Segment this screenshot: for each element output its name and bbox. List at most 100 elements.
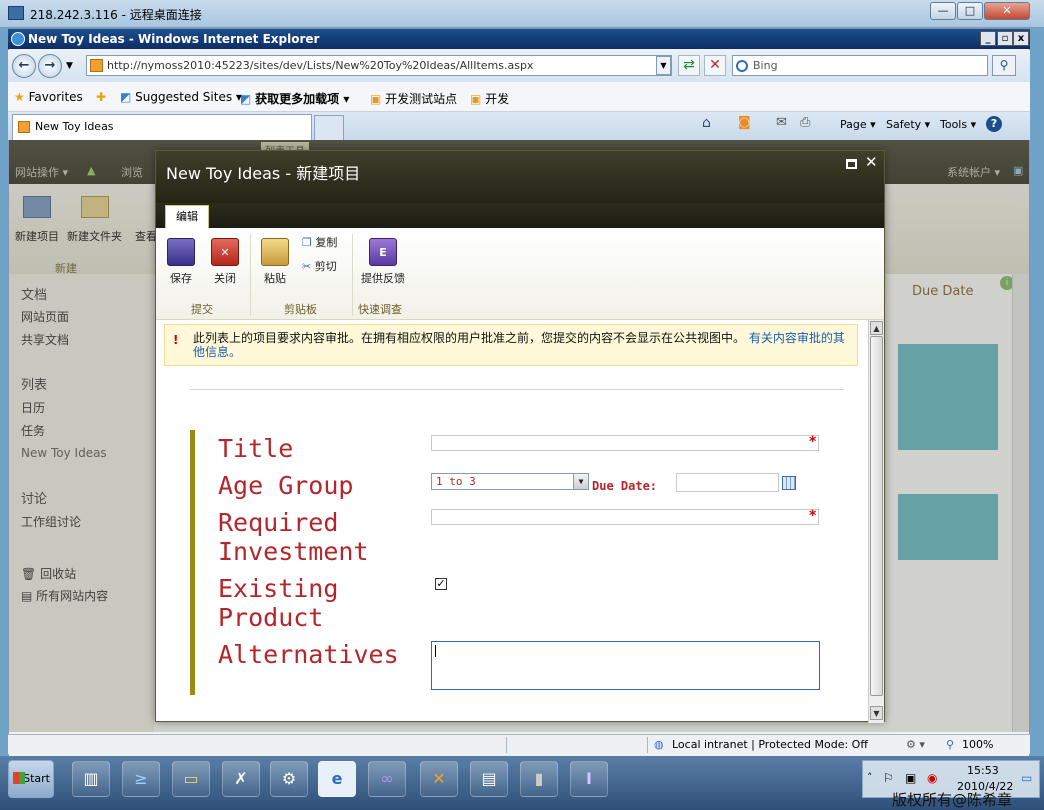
favorite-dev[interactable]: ▣ 开发 (470, 90, 509, 107)
network-icon[interactable]: ▣ (905, 771, 916, 785)
address-dropdown-icon[interactable]: ▼ (656, 56, 671, 75)
label-required-investment-1: Required (218, 508, 339, 537)
search-input[interactable]: Bing (732, 55, 988, 76)
forward-button[interactable]: → (38, 54, 62, 78)
alternatives-textarea[interactable] (431, 641, 820, 690)
scroll-thumb[interactable] (870, 336, 883, 696)
title-input[interactable] (431, 435, 819, 451)
age-group-value: 1 to 3 (436, 475, 476, 488)
calendar-icon[interactable] (782, 476, 796, 490)
favorites-button[interactable]: ★ Favorites (14, 90, 83, 104)
text-cursor (435, 645, 436, 657)
history-dropdown-icon[interactable]: ▼ (66, 61, 73, 71)
back-button[interactable]: ← (12, 54, 36, 78)
cut-button[interactable]: ✂ 剪切 (302, 258, 337, 274)
flag-icon[interactable]: ⚐ (883, 771, 894, 785)
internet-explorer-icon[interactable]: e (318, 761, 356, 797)
clock-time[interactable]: 15:53 (967, 764, 999, 777)
new-tab-button[interactable] (314, 115, 344, 140)
help-icon[interactable]: ? (986, 116, 1002, 132)
paste-button[interactable]: 粘贴 (258, 238, 292, 286)
windows-taskbar: Start ▥ ≥ ▭ ✗ ⚙ e ∞ ✕ ▤ ▮ I ˄ ⚐ ▣ ◉ 15:5… (0, 756, 1044, 810)
label-existing-product-1: Existing (218, 574, 339, 603)
add-favorites-icon[interactable]: ✚ (96, 90, 106, 104)
scroll-down-arrow[interactable]: ▼ (870, 706, 883, 720)
tab-new-toy-ideas[interactable]: New Toy Ideas (12, 114, 312, 140)
page-menu[interactable]: Page ▾ (840, 118, 876, 131)
rd-maximize-button[interactable]: □ (957, 2, 983, 20)
powershell-icon[interactable]: ≥ (122, 761, 160, 797)
home-icon[interactable]: ⌂ (702, 115, 711, 131)
dialog-scrollbar[interactable]: ▲ ▼ (868, 320, 884, 723)
remote-desktop-icon (8, 6, 24, 20)
refresh-icon[interactable]: ⇄ (678, 55, 700, 76)
tab-title: New Toy Ideas (35, 120, 114, 133)
volume-icon[interactable]: ◉ (927, 771, 937, 785)
scroll-up-arrow[interactable]: ▲ (870, 321, 883, 335)
favorite-dev-test-site[interactable]: ▣ 开发测试站点 (370, 90, 457, 107)
group-clipboard: 剪贴板 (284, 303, 317, 316)
close-icon: ✕ (211, 238, 239, 266)
ie-restore-button[interactable]: ▫ (997, 31, 1013, 46)
toolbox-icon[interactable]: ✕ (420, 761, 458, 797)
bing-logo-icon (736, 60, 748, 72)
ie-logo-icon (11, 32, 25, 46)
dialog-maximize-icon[interactable] (846, 159, 857, 169)
favorites-bar: ★ Favorites ✚ ◩ Suggested Sites ▾ ◩ 获取更多… (8, 82, 1030, 112)
start-button[interactable]: Start (8, 760, 54, 798)
save-button[interactable]: 保存 (164, 238, 198, 286)
favorite-suggested-sites[interactable]: ◩ Suggested Sites ▾ (120, 90, 242, 104)
copy-button[interactable]: ❐ 复制 (302, 234, 337, 250)
rss-icon[interactable]: ◙ (738, 115, 751, 130)
dialog-close-icon[interactable]: ✕ (865, 153, 878, 171)
existing-product-checkbox[interactable]: ✓ (435, 578, 447, 590)
tab-edit[interactable]: 编辑 (165, 205, 209, 229)
due-date-input[interactable] (676, 473, 779, 492)
group-commit: 提交 (191, 303, 213, 316)
security-zone-status[interactable]: Local intranet | Protected Mode: Off (672, 738, 868, 751)
ie-title: New Toy Ideas - Windows Internet Explore… (28, 32, 320, 46)
chevron-down-icon[interactable]: ▼ (573, 474, 588, 489)
ie-titlebar: New Toy Ideas - Windows Internet Explore… (8, 29, 1030, 49)
new-item-dialog: New Toy Ideas - 新建项目 ✕ 编辑 保存 ✕ 关闭 粘贴 ❐ 复… (155, 150, 885, 723)
infopath-icon[interactable]: I (570, 761, 608, 797)
approval-notice-text: 此列表上的项目要求内容审批。在拥有相应权限的用户批准之前，您提交的内容不会显示在… (193, 331, 746, 345)
mail-icon[interactable]: ✉ (776, 115, 787, 130)
form-divider (190, 389, 844, 390)
protected-mode-icon[interactable]: ⚙ ▾ (906, 738, 925, 751)
remote-desktop-titlebar: 218.242.3.116 - 远程桌面连接 — □ ✕ (0, 0, 1044, 28)
server-manager-icon[interactable]: ▥ (72, 761, 110, 797)
ie-minimize-button[interactable]: _ (980, 31, 996, 46)
explorer-folder-icon[interactable]: ▭ (172, 761, 210, 797)
group-survey: 快速调查 (358, 303, 402, 316)
tray-expand-icon[interactable]: ˄ (867, 771, 873, 784)
tools-menu[interactable]: Tools ▾ (940, 118, 976, 131)
print-icon[interactable]: ⎙ (800, 115, 810, 130)
ie-page-icon: ◩ (240, 92, 252, 106)
tools-icon[interactable]: ✗ (222, 761, 260, 797)
remote-network-icon[interactable]: ▤ (470, 761, 508, 797)
close-button[interactable]: ✕ 关闭 (208, 238, 242, 286)
favorite-addons[interactable]: ◩ 获取更多加载项 ▾ (240, 90, 349, 107)
zoom-level[interactable]: 100% (962, 738, 993, 751)
config-gear-icon[interactable]: ⚙ (270, 761, 308, 797)
visual-studio-icon[interactable]: ∞ (368, 761, 406, 797)
feedback-button[interactable]: E 提供反馈 (358, 238, 408, 286)
search-placeholder: Bing (753, 59, 778, 72)
age-group-select[interactable]: 1 to 3 ▼ (431, 473, 589, 490)
command-prompt-icon[interactable]: ▮ (520, 761, 558, 797)
rd-close-button[interactable]: ✕ (984, 2, 1030, 20)
search-button[interactable]: ⚲ (992, 55, 1016, 76)
approval-notice: ! 此列表上的项目要求内容审批。在拥有相应权限的用户批准之前，您提交的内容不会显… (164, 324, 858, 366)
required-investment-input[interactable] (431, 509, 819, 525)
show-desktop-icon[interactable]: ▭ (1021, 771, 1032, 785)
stop-icon[interactable]: ✕ (704, 55, 726, 76)
warning-icon: ! (173, 333, 179, 347)
safety-menu[interactable]: Safety ▾ (886, 118, 930, 131)
form-accent-bar (190, 430, 195, 695)
address-input[interactable]: http://nymoss2010:45223/sites/dev/Lists/… (86, 55, 672, 76)
save-icon (167, 238, 195, 266)
label-required-investment-2: Investment (218, 537, 369, 566)
rd-minimize-button[interactable]: — (930, 2, 956, 20)
ie-close-button[interactable]: x (1013, 31, 1029, 46)
